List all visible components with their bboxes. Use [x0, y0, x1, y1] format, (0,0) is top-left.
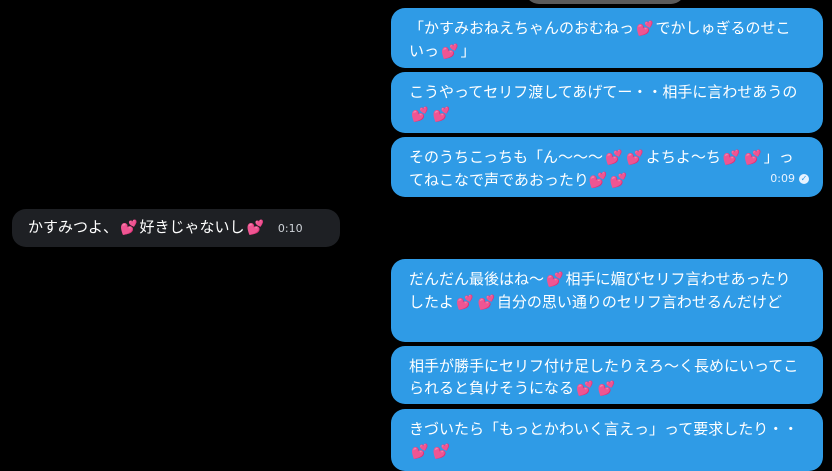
text-segment: だんだん最後はね〜: [409, 270, 545, 288]
two-hearts-icon: 💕: [456, 295, 474, 311]
incoming-message[interactable]: かすみつよ、 💕 好きじゃないし 💕 0:10: [12, 209, 340, 247]
two-hearts-icon: 💕: [432, 107, 450, 123]
message-text: そのうちこっちも「ん〜〜〜 💕 💕 よちよ〜ち 💕 💕 」ってねこなで声であおったり💕 💕: [409, 146, 805, 192]
two-hearts-icon: 💕: [441, 44, 459, 60]
outgoing-message[interactable]: きづいたら「もっとかわいく言えっ」って要求したり・・ 💕 💕: [391, 409, 823, 471]
two-hearts-icon: 💕: [636, 21, 654, 37]
text-segment: 「かすみおねえちゃんのおむねっ: [409, 19, 635, 37]
message-text: こうやってセリフ渡してあげてー・・相手に言わせあうの 💕 💕: [409, 81, 805, 126]
message-timestamp: 0:09 ✓: [770, 168, 809, 190]
media-preview-edge: [525, 0, 685, 4]
message-timestamp: 0:10: [277, 222, 303, 235]
message-text: だんだん最後はね〜 💕 相手に媚びセリフ言わせあったりしたよ 💕 💕 自分の思い通りのセリ…: [409, 268, 805, 314]
message-text: かすみつよ、 💕 好きじゃないし 💕 0:10: [28, 216, 324, 240]
two-hearts-icon: 💕: [576, 381, 594, 397]
message-text: きづいたら「もっとかわいく言えっ」って要求したり・・ 💕 💕: [409, 418, 805, 463]
two-hearts-icon: 💕: [604, 150, 623, 166]
text-segment: 」: [460, 42, 476, 60]
outgoing-message[interactable]: だんだん最後はね〜 💕 相手に媚びセリフ言わせあったりしたよ 💕 💕 自分の思い通りのセリ…: [391, 259, 823, 342]
text-segment: 自分の思い通りのセリフ言わせるんだけど: [496, 293, 782, 311]
text-segment: かすみつよ、: [28, 218, 119, 236]
two-hearts-icon: 💕: [411, 444, 429, 460]
two-hearts-icon: 💕: [626, 150, 644, 166]
text-segment: こうやってセリフ渡してあげてー・・相手に言わせあうの: [409, 83, 798, 101]
text-segment: 好きじゃないし: [139, 218, 245, 236]
two-hearts-icon: 💕: [722, 150, 741, 166]
text-segment: そのうちこっちも「ん〜〜〜: [409, 148, 603, 166]
timestamp-text: 0:09: [770, 172, 795, 185]
check-circle-icon: ✓: [799, 174, 809, 184]
two-hearts-icon: 💕: [411, 107, 429, 123]
outgoing-message[interactable]: 相手が勝手にセリフ付け足したりえろ〜く長めにいってこられると負けそうになる 💕 💕: [391, 346, 823, 404]
outgoing-message[interactable]: こうやってセリフ渡してあげてー・・相手に言わせあうの 💕 💕: [391, 72, 823, 133]
outgoing-message[interactable]: 「かすみおねえちゃんのおむねっ 💕 でかしゅぎるのせこいっ 💕」: [391, 8, 823, 68]
two-hearts-icon: 💕: [744, 150, 762, 166]
text-segment: きづいたら「もっとかわいく言えっ」って要求したり・・: [409, 420, 799, 438]
two-hearts-icon: 💕: [609, 173, 627, 189]
two-hearts-icon: 💕: [597, 381, 615, 397]
two-hearts-icon: 💕: [546, 272, 564, 288]
text-segment: 💕: [588, 171, 608, 189]
two-hearts-icon: 💕: [120, 220, 138, 236]
message-text: 「かすみおねえちゃんのおむねっ 💕 でかしゅぎるのせこいっ 💕」: [409, 17, 805, 63]
message-text: 相手が勝手にセリフ付け足したりえろ〜く長めにいってこられると負けそうになる 💕 💕: [409, 355, 805, 400]
two-hearts-icon: 💕: [477, 295, 495, 311]
two-hearts-icon: 💕: [246, 220, 264, 236]
two-hearts-icon: 💕: [432, 444, 450, 460]
text-segment: よちよ〜ち: [645, 148, 721, 166]
outgoing-message[interactable]: そのうちこっちも「ん〜〜〜 💕 💕 よちよ〜ち 💕 💕 」ってねこなで声であおったり💕 💕 0…: [391, 137, 823, 197]
